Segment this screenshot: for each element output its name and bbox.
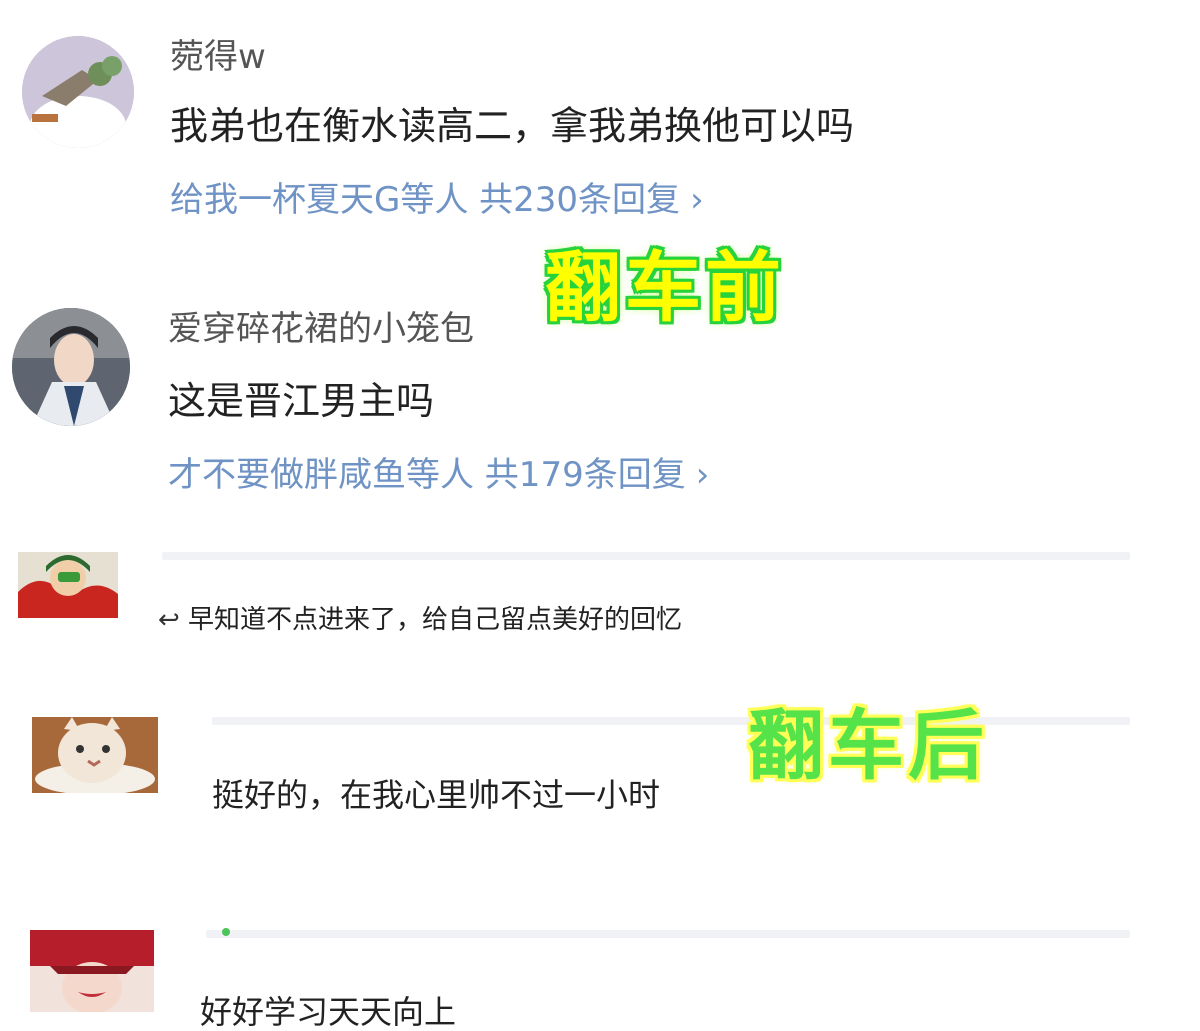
red-mask-avatar-icon (30, 930, 154, 1012)
avatar[interactable] (22, 36, 134, 148)
comment-text: 好好学习天天向上 (200, 993, 457, 1031)
divider (212, 717, 1130, 725)
replies-summary: 给我一杯夏天G等人 共230条回复 (170, 180, 681, 220)
comment-text: 我弟也在衡水读高二，拿我弟换他可以吗 (170, 104, 855, 148)
view-replies-link[interactable]: 给我一杯夏天G等人 共230条回复 › (170, 183, 704, 217)
chevron-right-icon: › (695, 455, 710, 495)
label-before: 翻车前 (545, 243, 785, 332)
avatar[interactable] (12, 308, 130, 426)
small-green-mark-icon (222, 928, 230, 936)
comment-text: 这是晋江男主吗 (168, 379, 435, 423)
comment-username[interactable]: 爱穿碎花裙的小笼包 (168, 312, 474, 346)
cat-avatar-icon (32, 717, 158, 793)
costume-actor-avatar-icon (12, 308, 130, 426)
costume-character-avatar-icon (18, 552, 118, 618)
cartoon-animal-avatar-icon (22, 36, 134, 148)
comment-username[interactable]: 菀得w (170, 40, 266, 74)
avatar[interactable] (18, 552, 118, 618)
comment-text: 早知道不点进来了，给自己留点美好的回忆 (188, 605, 683, 635)
divider (162, 552, 1130, 560)
reply-mark-icon: ↩ (158, 605, 180, 635)
label-after: 翻车后 (748, 701, 988, 790)
comment-text: 挺好的，在我心里帅不过一小时 (212, 776, 661, 814)
divider (206, 930, 1130, 938)
chevron-right-icon: › (690, 180, 704, 220)
view-replies-link[interactable]: 才不要做胖咸鱼等人 共179条回复 › (168, 458, 709, 492)
avatar[interactable] (32, 717, 158, 793)
replies-summary: 才不要做胖咸鱼等人 共179条回复 (168, 455, 686, 495)
avatar[interactable] (30, 930, 154, 1012)
